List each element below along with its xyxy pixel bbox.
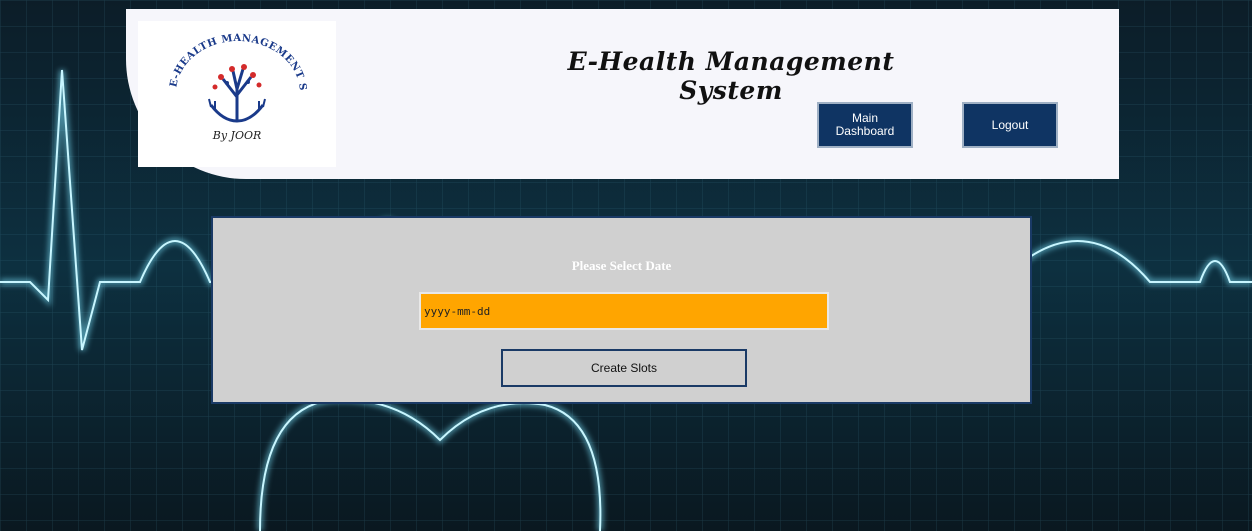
logo: E-HEALTH MANAGEMENT SYSTEM By JOOR <box>132 13 336 167</box>
create-slots-button[interactable]: Create Slots <box>501 349 747 387</box>
tree-hands-logo-icon: E-HEALTH MANAGEMENT SYSTEM <box>132 13 308 123</box>
main-dashboard-button[interactable]: Main Dashboard <box>817 102 913 148</box>
logout-button[interactable]: Logout <box>962 102 1058 148</box>
page-title: E-Health Management System <box>567 47 895 105</box>
logo-byline: By JOOR <box>212 129 262 142</box>
select-date-label: Please Select Date <box>571 258 672 273</box>
header: E-HEALTH MANAGEMENT SYSTEM By JOOR E-Hea… <box>126 9 1119 179</box>
create-slots-panel: Please Select Date Create Slots <box>211 216 1032 404</box>
date-input[interactable] <box>419 292 829 330</box>
